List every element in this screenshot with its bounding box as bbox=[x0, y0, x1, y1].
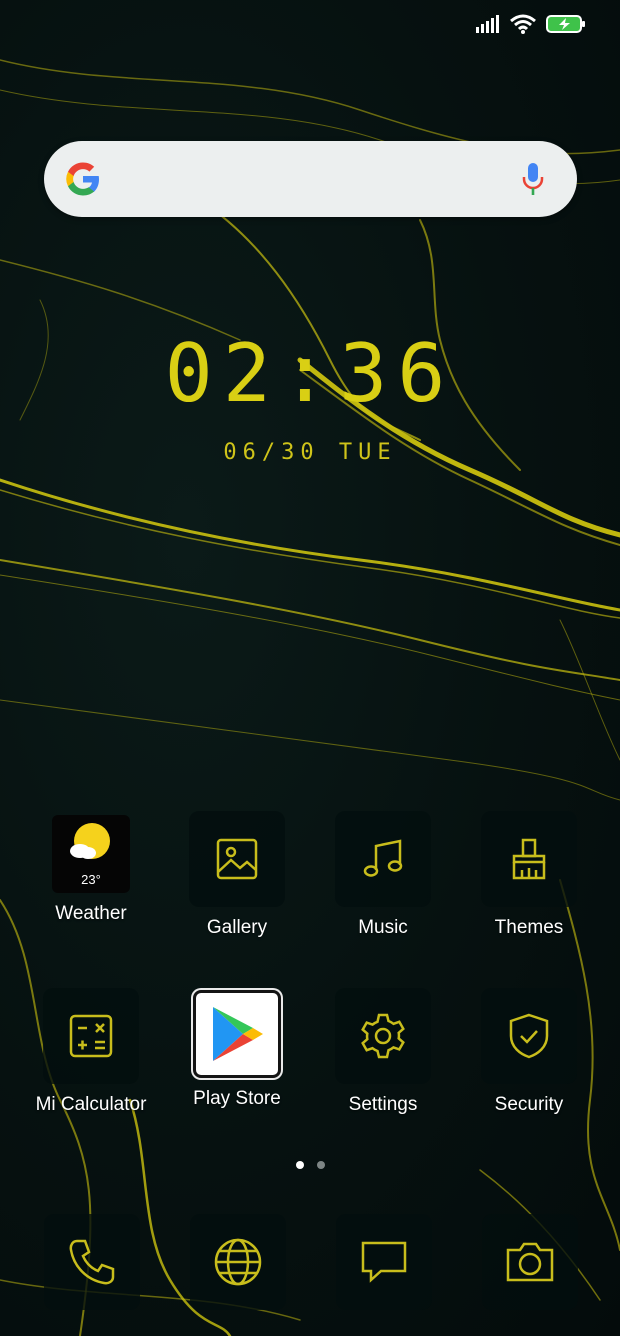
mic-icon[interactable] bbox=[521, 162, 545, 196]
calculator-icon bbox=[43, 988, 139, 1084]
dock-browser[interactable] bbox=[190, 1214, 286, 1310]
page-indicator bbox=[0, 1161, 620, 1169]
battery-charging-icon bbox=[546, 15, 585, 33]
dock-camera[interactable] bbox=[482, 1214, 578, 1310]
status-bar bbox=[476, 14, 586, 34]
phone-icon bbox=[69, 1239, 115, 1285]
app-label: Music bbox=[358, 917, 408, 938]
signal-icon bbox=[476, 15, 499, 33]
gallery-icon bbox=[189, 811, 285, 907]
app-label: Weather bbox=[55, 903, 127, 924]
app-label: Play Store bbox=[193, 1088, 281, 1109]
home-screen: 02:36 06/30 TUE 23° Weather Gallery Musi… bbox=[0, 0, 620, 1336]
dock-messages[interactable] bbox=[336, 1214, 432, 1310]
app-label: Security bbox=[494, 1094, 564, 1115]
shield-icon bbox=[481, 988, 577, 1084]
music-icon bbox=[335, 811, 431, 907]
app-label: Settings bbox=[348, 1094, 418, 1115]
app-label: Themes bbox=[494, 917, 564, 938]
clock-date[interactable]: 06/30 TUE bbox=[0, 440, 620, 465]
google-search-bar[interactable] bbox=[44, 141, 577, 217]
app-label: Gallery bbox=[206, 917, 268, 938]
app-security[interactable]: Security bbox=[456, 988, 602, 1116]
messages-icon bbox=[361, 1241, 407, 1283]
app-themes[interactable]: Themes bbox=[456, 811, 602, 939]
play-store-icon bbox=[193, 990, 281, 1078]
app-settings[interactable]: Settings bbox=[310, 988, 456, 1116]
page-dot-active[interactable] bbox=[295, 1161, 304, 1169]
brush-icon bbox=[481, 811, 577, 907]
app-gallery[interactable]: Gallery bbox=[164, 811, 310, 939]
app-mi-calculator[interactable]: Mi Calculator bbox=[18, 988, 164, 1116]
app-weather[interactable]: 23° Weather bbox=[18, 815, 164, 925]
weather-temp: 23° bbox=[81, 872, 101, 887]
app-play-store[interactable]: Play Store bbox=[164, 990, 310, 1110]
camera-icon bbox=[506, 1242, 554, 1282]
dock-phone[interactable] bbox=[44, 1214, 140, 1310]
app-music[interactable]: Music bbox=[310, 811, 456, 939]
gear-icon bbox=[335, 988, 431, 1084]
browser-globe-icon bbox=[214, 1238, 262, 1286]
page-dot[interactable] bbox=[316, 1161, 325, 1169]
clock-time[interactable]: 02:36 bbox=[0, 326, 620, 422]
app-label: Mi Calculator bbox=[35, 1094, 147, 1115]
wifi-icon bbox=[510, 14, 536, 34]
google-logo-icon bbox=[66, 162, 99, 196]
weather-icon: 23° bbox=[52, 815, 130, 893]
